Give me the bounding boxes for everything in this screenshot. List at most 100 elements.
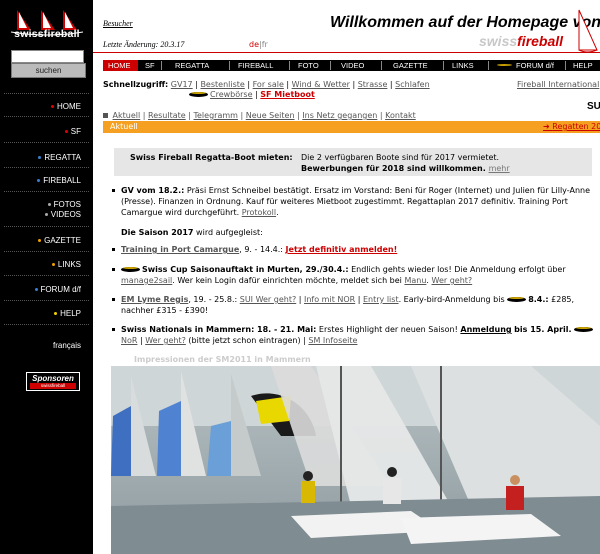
subnav-resultate[interactable]: Resultate [148,111,186,120]
training-date: , 9. - 14.4.: [239,245,283,254]
topnav-video[interactable]: VIDEO [341,60,364,71]
em-wer-geht-link[interactable]: SUI Wer geht? [240,295,296,304]
cup-text2: . Wer kein Login dafür einrichten möchte… [172,276,402,285]
nationals-text: Erstes Highlight der neuen Saison! [318,325,458,334]
em-text: . Early-bird-Anmeldung bis [398,295,505,304]
topnav-separator [330,61,331,70]
search-button[interactable]: suchen [11,63,86,78]
em-price2: nachher £315 - £390! [121,306,209,315]
quick-link-bestenliste[interactable]: Bestenliste [200,80,244,89]
em-entry-list-link[interactable]: Entry list [363,295,399,304]
lang-fr[interactable]: fr [262,40,268,49]
notice-more-link[interactable]: mehr [489,164,510,173]
quick-link-wind[interactable]: Wind & Wetter [292,80,350,89]
news-gv-text3: Camargue wird durchgeführt. [121,208,240,217]
page-title: Willkommen auf der Homepage von [330,14,600,31]
notice-line1: Die 2 verfügbaren Boote sind für 2017 ve… [301,153,500,162]
quick-link-forsale[interactable]: For sale [253,80,284,89]
nav-divider [4,251,89,252]
top-navigation: HOME SF REGATTA FIREBALL FOTO VIDEO GAZE… [103,60,600,71]
sponsor-title: Sponsoren [32,374,74,383]
boat-icon [189,92,208,97]
protokoll-link[interactable]: Protokoll [242,208,276,217]
topnav-fireball[interactable]: FIREBALL [238,60,273,71]
sidebar-item-fireball[interactable]: FIREBALL [37,176,81,185]
manu-link[interactable]: Manu [404,276,426,285]
sidebar-item-label: SF [70,127,81,136]
quick-link-schlafen[interactable]: Schlafen [395,80,429,89]
main-content: Besucher Letzte Änderung: 20.3.17 de|fr … [93,0,600,554]
bullet-icon [44,213,48,217]
sidebar-item-videos[interactable]: VIDEOS [44,210,81,219]
sidebar-item-forum[interactable]: FORUM d/f [34,285,81,294]
logo-text: swissfireball [14,28,80,40]
news-gv-text1: Präsi Ernst Schneibel bestätigt. Ersatz … [186,186,591,195]
topnav-foto[interactable]: FOTO [298,60,319,71]
quick-link-mietboot[interactable]: SF Mietboot [260,90,315,99]
news-gv-title: GV vom 18.2.: [121,186,185,195]
topnav-separator [565,61,566,70]
subnav-kontakt[interactable]: Kontakt [385,111,416,120]
cup-title: Swiss Cup Saisonauftakt in Murten, 29./3… [142,265,349,274]
topnav-forum-label: FORUM d/f [516,61,554,70]
topnav-gazette[interactable]: GAZETTE [393,60,428,71]
sub-navigation: Aktuell | Resultate | Telegramm | Neue S… [103,111,416,120]
search-input[interactable] [11,50,84,63]
nationals-anmeldung-link[interactable]: Anmeldung [460,325,511,334]
training-link[interactable]: Training in Port Camargue [121,245,239,254]
em-link[interactable]: EM Lyme Regis [121,295,188,304]
sidebar-item-label: français [52,341,81,350]
sidebar-item-fotos[interactable]: FOTOS [47,200,81,209]
sidebar-item-gazette[interactable]: GAZETTE [38,236,81,245]
nationals-paren: (bitte jetzt schon eintragen) [188,336,301,345]
subnav-neue-seiten[interactable]: Neue Seiten [246,111,295,120]
sidebar-item-label: GAZETTE [44,236,81,245]
sidebar: swissfireball suchen HOME SF REGATTA FIR… [0,0,93,554]
language-switch: de|fr [249,40,268,49]
besucher-link[interactable]: Besucher [103,19,133,28]
manage2sail-link[interactable]: manage2sail [121,276,172,285]
quick-link-crewboerse[interactable]: Crewbörse [210,90,253,99]
regatten-link[interactable]: ➜ Regatten 2017 [543,121,600,133]
bullet-icon [38,239,42,243]
sidebar-item-francais[interactable]: français [53,341,81,350]
nationals-nor-link[interactable]: NoR [121,336,137,345]
sidebar-item-label: HELP [60,309,81,318]
arrow-right-icon: ➜ [543,122,553,131]
news-item-training: Training in Port Camargue, 9. - 14.4.: J… [112,244,600,255]
topnav-sf[interactable]: SF [145,60,155,71]
topnav-help[interactable]: HELP [573,60,593,71]
subnav-ins-netz[interactable]: Ins Netz gegangen [302,111,377,120]
topnav-home[interactable]: HOME [103,60,138,71]
regatta-photo[interactable] [111,366,600,554]
em-nor-link[interactable]: Info mit NOR [304,295,355,304]
nav-divider [4,300,89,301]
photo-caption: Impressionen der SM2011 in Mammern [134,355,311,364]
subnav-telegramm[interactable]: Telegramm [193,111,237,120]
quick-link-strasse[interactable]: Strasse [358,80,388,89]
topnav-links[interactable]: LINKS [452,60,474,71]
sidebar-item-help[interactable]: HELP [54,309,81,318]
subnav-aktuell[interactable]: Aktuell [113,111,141,120]
bullet-icon [51,105,54,109]
sponsor-badge[interactable]: Sponsoren swissfireball [26,372,80,391]
nationals-wer-geht-link[interactable]: Wer geht? [145,336,186,345]
sidebar-item-regatta[interactable]: REGATTA [38,153,81,162]
sm-infoseite-link[interactable]: SM Infoseite [308,336,357,345]
brand-name: swissfireball [479,33,563,49]
bullet-icon [64,130,68,134]
topnav-separator [443,61,444,70]
cup-wer-geht-link[interactable]: Wer geht? [432,276,473,285]
nav-divider [4,93,89,94]
sidebar-item-home[interactable]: HOME [51,102,81,111]
sidebar-item-sf[interactable]: SF [64,127,81,136]
lang-de[interactable]: de [249,40,259,49]
topnav-regatta[interactable]: REGATTA [175,60,209,71]
quick-link-gv17[interactable]: GV17 [171,80,193,89]
sidebar-item-links[interactable]: LINKS [51,260,81,269]
fireball-international-link[interactable]: Fireball International [517,80,599,89]
training-signup-link[interactable]: Jetzt definitiv anmelden! [286,245,398,254]
topnav-separator [289,61,290,70]
season-heading: Die Saison 2017 wird aufgegleist: [121,227,600,238]
topnav-forum[interactable]: FORUM d/f [495,60,554,71]
